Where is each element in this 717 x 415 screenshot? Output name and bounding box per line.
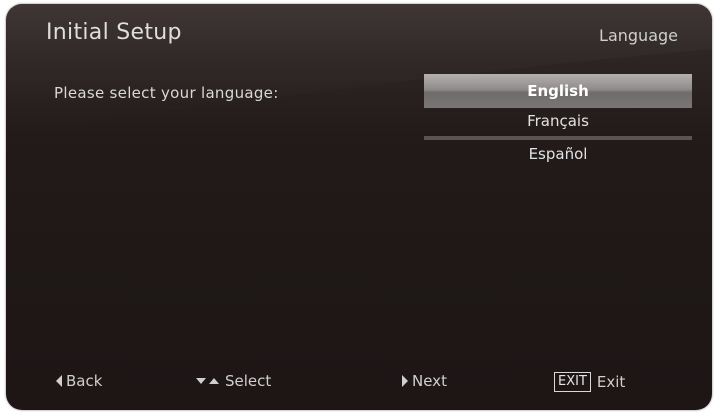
page-title: Initial Setup <box>46 20 182 45</box>
exit-label: Exit <box>596 373 626 391</box>
arrow-up-icon <box>209 378 219 384</box>
exit-key-icon: EXIT <box>554 372 591 392</box>
back-hint[interactable]: Back <box>56 372 102 390</box>
back-label: Back <box>66 372 103 390</box>
language-option-english[interactable]: English <box>424 74 692 108</box>
next-label: Next <box>412 372 447 390</box>
arrow-right-icon <box>402 375 408 387</box>
arrow-left-icon <box>56 375 62 387</box>
footer-hints: Back Select Next EXIT Exit <box>6 368 712 398</box>
background-sheen <box>6 4 712 134</box>
language-option-francais[interactable]: Français <box>424 108 692 140</box>
section-label: Language <box>599 26 678 45</box>
exit-hint[interactable]: EXIT Exit <box>554 372 625 392</box>
language-list: English Français Español <box>424 74 692 172</box>
select-hint: Select <box>196 372 271 390</box>
arrow-down-icon <box>196 378 206 384</box>
language-option-espanol[interactable]: Español <box>424 140 692 172</box>
next-hint[interactable]: Next <box>402 372 447 390</box>
setup-screen: Initial Setup Language Please select you… <box>6 4 712 410</box>
language-prompt: Please select your language: <box>54 84 279 102</box>
select-label: Select <box>225 372 272 390</box>
